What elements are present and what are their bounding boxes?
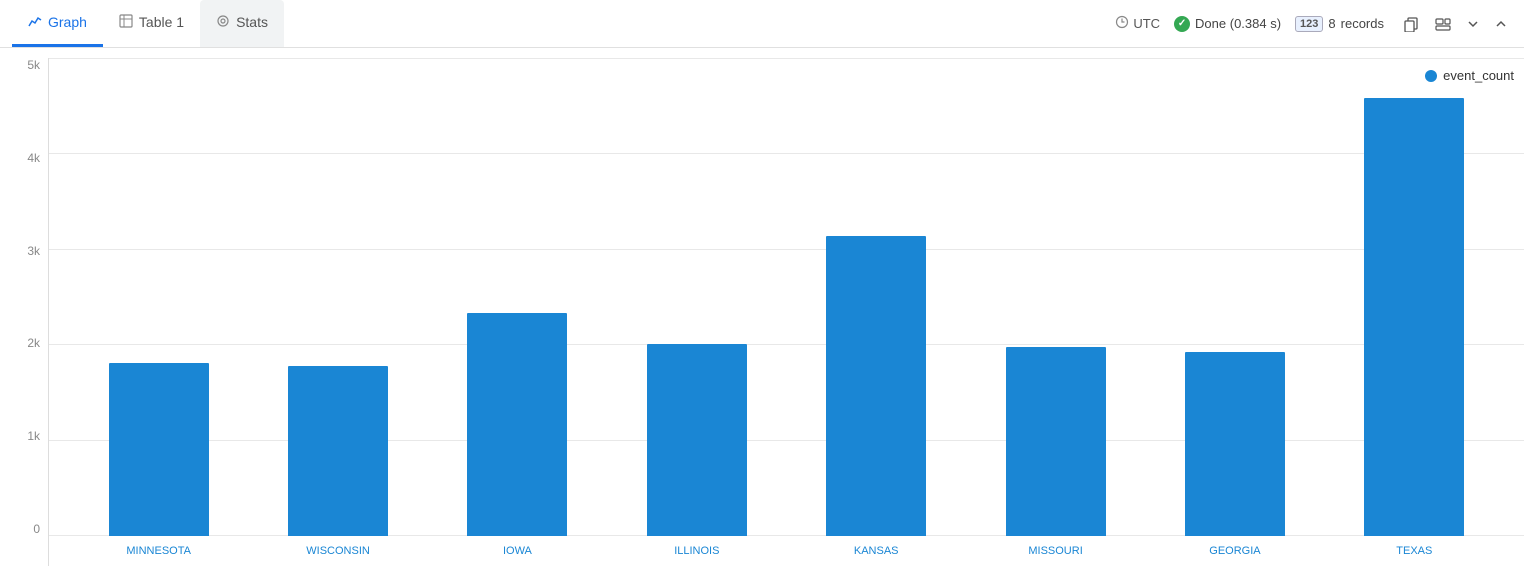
bar[interactable]: [288, 366, 388, 536]
y-axis: 0 1k 2k 3k 4k 5k: [0, 58, 48, 566]
chart-legend: event_count: [1425, 68, 1514, 83]
header-bar: Graph Table 1 Stats: [0, 0, 1524, 48]
tab-stats-label: Stats: [236, 14, 268, 30]
tab-stats[interactable]: Stats: [200, 0, 284, 47]
tab-graph-label: Graph: [48, 14, 87, 30]
x-axis-label: IOWA: [428, 545, 607, 557]
records-badge: 123 8 records: [1295, 16, 1384, 32]
utc-label: UTC: [1133, 16, 1160, 31]
x-axis-label: KANSAS: [787, 545, 966, 557]
bar[interactable]: [1364, 98, 1464, 536]
bar-group: [607, 68, 786, 536]
bars-area: [49, 58, 1524, 536]
chart-main: MINNESOTAWISCONSINIOWAILLINOISKANSASMISS…: [48, 58, 1524, 566]
done-label: Done (0.384 s): [1195, 16, 1281, 31]
y-axis-label: 5k: [12, 58, 40, 72]
toolbar-icons: [1398, 13, 1512, 35]
x-axis-label: MINNESOTA: [69, 545, 248, 557]
bar[interactable]: [109, 363, 209, 536]
expand-button[interactable]: [1430, 13, 1456, 35]
done-badge: ✓ Done (0.384 s): [1174, 16, 1281, 32]
tab-table1[interactable]: Table 1: [103, 0, 200, 47]
bar-group: [248, 68, 427, 536]
done-check-icon: ✓: [1174, 16, 1190, 32]
bar-group: [1325, 68, 1504, 536]
bar[interactable]: [467, 313, 567, 536]
bar[interactable]: [1185, 352, 1285, 536]
x-axis-label: TEXAS: [1325, 545, 1504, 557]
chart-plot-area: MINNESOTAWISCONSINIOWAILLINOISKANSASMISS…: [48, 58, 1524, 566]
tab-bar: Graph Table 1 Stats: [12, 0, 284, 47]
records-count: 8: [1328, 16, 1335, 31]
chevron-up-button[interactable]: [1490, 15, 1512, 33]
x-axis-label: MISSOURI: [966, 545, 1145, 557]
legend-dot: [1425, 70, 1437, 82]
copy-button[interactable]: [1398, 13, 1424, 35]
bar-group: [69, 68, 248, 536]
y-axis-label: 3k: [12, 244, 40, 258]
table-icon: [119, 14, 133, 31]
legend-label: event_count: [1443, 68, 1514, 83]
y-axis-label: 4k: [12, 151, 40, 165]
x-axis-label: WISCONSIN: [248, 545, 427, 557]
bar[interactable]: [826, 236, 926, 536]
bar-group: [966, 68, 1145, 536]
x-axis-label: ILLINOIS: [607, 545, 786, 557]
header-right: UTC ✓ Done (0.384 s) 123 8 records: [1115, 13, 1512, 35]
tab-graph[interactable]: Graph: [12, 0, 103, 47]
bar[interactable]: [1006, 347, 1106, 536]
y-axis-label: 0: [12, 522, 40, 536]
x-axis-label: GEORGIA: [1145, 545, 1324, 557]
y-axis-label: 2k: [12, 336, 40, 350]
records-label: records: [1341, 16, 1384, 31]
chart-container: 0 1k 2k 3k 4k 5k MINNESOTAWISCONSINIOWAILLINO…: [0, 48, 1524, 566]
stats-icon: [216, 14, 230, 31]
utc-badge: UTC: [1115, 15, 1160, 32]
bar-group: [1145, 68, 1324, 536]
records-icon: 123: [1295, 16, 1323, 32]
x-labels: MINNESOTAWISCONSINIOWAILLINOISKANSASMISS…: [49, 536, 1524, 566]
tab-table1-label: Table 1: [139, 14, 184, 30]
graph-icon: [28, 14, 42, 31]
clock-icon: [1115, 15, 1129, 32]
y-axis-label: 1k: [12, 429, 40, 443]
bar[interactable]: [647, 344, 747, 536]
bar-group: [428, 68, 607, 536]
bar-group: [787, 68, 966, 536]
chevron-down-button[interactable]: [1462, 15, 1484, 33]
